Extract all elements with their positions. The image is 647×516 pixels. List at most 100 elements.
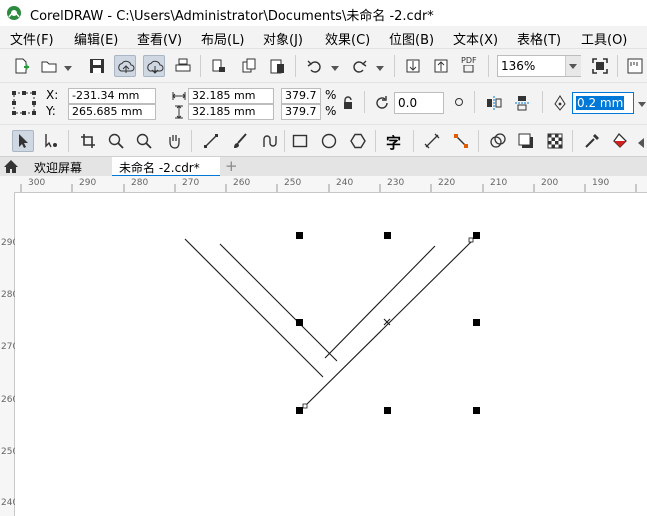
zoom-out-tool-button[interactable] <box>133 130 155 152</box>
standard-toolbar: PDF 136% <box>0 48 647 83</box>
artistic-media-button[interactable] <box>229 130 251 152</box>
mirror-vertical-button[interactable] <box>511 92 533 114</box>
selection-handle-bottom-center[interactable] <box>384 407 391 414</box>
full-screen-button[interactable] <box>589 55 611 77</box>
connector-tool-button[interactable] <box>450 130 472 152</box>
menu-view[interactable]: 查看(V) <box>137 29 182 48</box>
eyedropper-tool-button[interactable] <box>581 130 603 152</box>
toolbar-separator <box>191 130 192 152</box>
selection-handle-middle-right[interactable] <box>473 319 480 326</box>
selection-handle-middle-left[interactable] <box>296 319 303 326</box>
add-tab-button[interactable]: + <box>225 157 238 175</box>
selection-handle-bottom-left[interactable] <box>296 407 303 414</box>
menu-table[interactable]: 表格(T) <box>517 29 561 48</box>
shape-tool-button[interactable] <box>40 130 62 152</box>
selection-handle-top-left[interactable] <box>296 232 303 239</box>
toolbar-separator <box>284 130 285 152</box>
toolbar-separator <box>364 91 365 113</box>
redo-button[interactable] <box>348 55 370 77</box>
import-button[interactable] <box>208 55 230 77</box>
object-origin-icon[interactable] <box>11 90 37 116</box>
open-dropdown-arrow[interactable] <box>64 66 72 71</box>
redo-dropdown-arrow[interactable] <box>376 66 384 71</box>
y-position-label: Y: <box>46 104 56 118</box>
drop-shadow-tool-button[interactable] <box>515 130 537 152</box>
menu-effects[interactable]: 效果(C) <box>325 29 370 48</box>
toolbar-separator <box>394 55 395 77</box>
menu-bitmaps[interactable]: 位图(B) <box>389 29 434 48</box>
y-position-input[interactable]: 265.685 mm <box>68 104 156 120</box>
ruler-tick-label: 260 <box>1 395 19 405</box>
interactive-fill-button[interactable] <box>609 130 631 152</box>
menu-edit[interactable]: 编辑(E) <box>74 29 118 48</box>
undo-button[interactable] <box>304 55 326 77</box>
dimension-tool-button[interactable] <box>421 130 443 152</box>
transparency-tool-button[interactable] <box>544 130 566 152</box>
pick-tool-button[interactable] <box>12 130 34 152</box>
drawing-content <box>184 237 474 409</box>
menu-tools[interactable]: 工具(O) <box>581 29 627 48</box>
tab-document[interactable]: 未命名 -2.cdr* <box>112 157 220 177</box>
import-arrow-button[interactable] <box>402 55 424 77</box>
toolbox-overflow-arrow[interactable] <box>638 138 644 148</box>
rotate-icon <box>376 96 388 109</box>
menu-layout[interactable]: 布局(L) <box>201 29 244 48</box>
home-icon[interactable] <box>3 159 19 174</box>
x-position-input[interactable]: -231.34 mm <box>68 88 156 104</box>
snap-to-button[interactable] <box>624 55 646 77</box>
scale-y-input[interactable]: 379.7 <box>281 104 321 120</box>
publish-pdf-button[interactable]: PDF <box>458 55 480 77</box>
print-button[interactable] <box>172 55 194 77</box>
menu-text[interactable]: 文本(X) <box>453 29 498 48</box>
zoom-dropdown-button[interactable] <box>565 56 581 76</box>
ruler-origin[interactable] <box>0 176 15 193</box>
ruler-tick-label: 280 <box>1 290 19 300</box>
horizontal-ruler[interactable]: 300 290 280 270 260 250 240 230 220 210 … <box>14 176 647 193</box>
cloud-download-button[interactable] <box>143 55 165 77</box>
pdf-icon <box>463 65 474 73</box>
freehand-tool-button[interactable] <box>200 130 222 152</box>
zoom-tool-button[interactable] <box>105 130 127 152</box>
rotation-input[interactable]: 0.0 <box>394 92 444 114</box>
line-outer-left <box>184 238 324 378</box>
document-tab-bar: 欢迎屏幕 未命名 -2.cdr* + <box>0 156 647 177</box>
width-input[interactable]: 32.185 mm <box>188 88 274 104</box>
text-tool-button[interactable]: 字 <box>384 130 406 152</box>
text-tool-glyph: 字 <box>386 134 402 152</box>
vertical-ruler[interactable]: 290 280 270 260 250 240 <box>0 192 19 516</box>
undo-dropdown-arrow[interactable] <box>331 66 339 71</box>
rectangle-tool-button[interactable] <box>289 130 311 152</box>
export-button[interactable] <box>238 55 260 77</box>
selection-handle-bottom-right[interactable] <box>473 407 480 414</box>
toolbar-separator <box>488 55 489 77</box>
tab-welcome[interactable]: 欢迎屏幕 <box>24 157 111 177</box>
scale-x-input[interactable]: 379.7 <box>281 88 321 104</box>
export-arrow-icon <box>434 59 448 73</box>
crop-tool-button[interactable] <box>77 130 99 152</box>
lock-ratio-icon[interactable] <box>343 96 353 110</box>
curve-icon <box>263 135 277 147</box>
outline-width-dropdown-arrow[interactable] <box>638 102 646 107</box>
blend-tool-button[interactable] <box>487 130 509 152</box>
bezier-tool-button[interactable] <box>258 130 280 152</box>
pan-tool-button[interactable] <box>163 130 185 152</box>
height-input[interactable]: 32.185 mm <box>188 104 274 120</box>
selection-handle-top-center[interactable] <box>384 232 391 239</box>
outline-width-input[interactable]: 0.2 mm <box>572 92 634 114</box>
checkerboard-icon <box>547 133 563 149</box>
open-button[interactable] <box>38 55 60 77</box>
menu-object[interactable]: 对象(J) <box>263 29 303 48</box>
cloud-upload-button[interactable] <box>114 55 136 77</box>
selection-handle-top-right[interactable] <box>473 232 480 239</box>
blend-icon <box>490 133 506 148</box>
new-document-button[interactable] <box>10 55 32 77</box>
export-arrow-button[interactable] <box>430 55 452 77</box>
mirror-horizontal-button[interactable] <box>483 92 505 114</box>
clipboard-button[interactable] <box>266 55 288 77</box>
drawing-canvas[interactable] <box>15 193 647 516</box>
cloud-download-icon <box>147 60 164 74</box>
polygon-tool-button[interactable] <box>347 130 369 152</box>
ellipse-tool-button[interactable] <box>318 130 340 152</box>
menu-file[interactable]: 文件(F) <box>10 29 54 48</box>
save-button[interactable] <box>86 55 108 77</box>
